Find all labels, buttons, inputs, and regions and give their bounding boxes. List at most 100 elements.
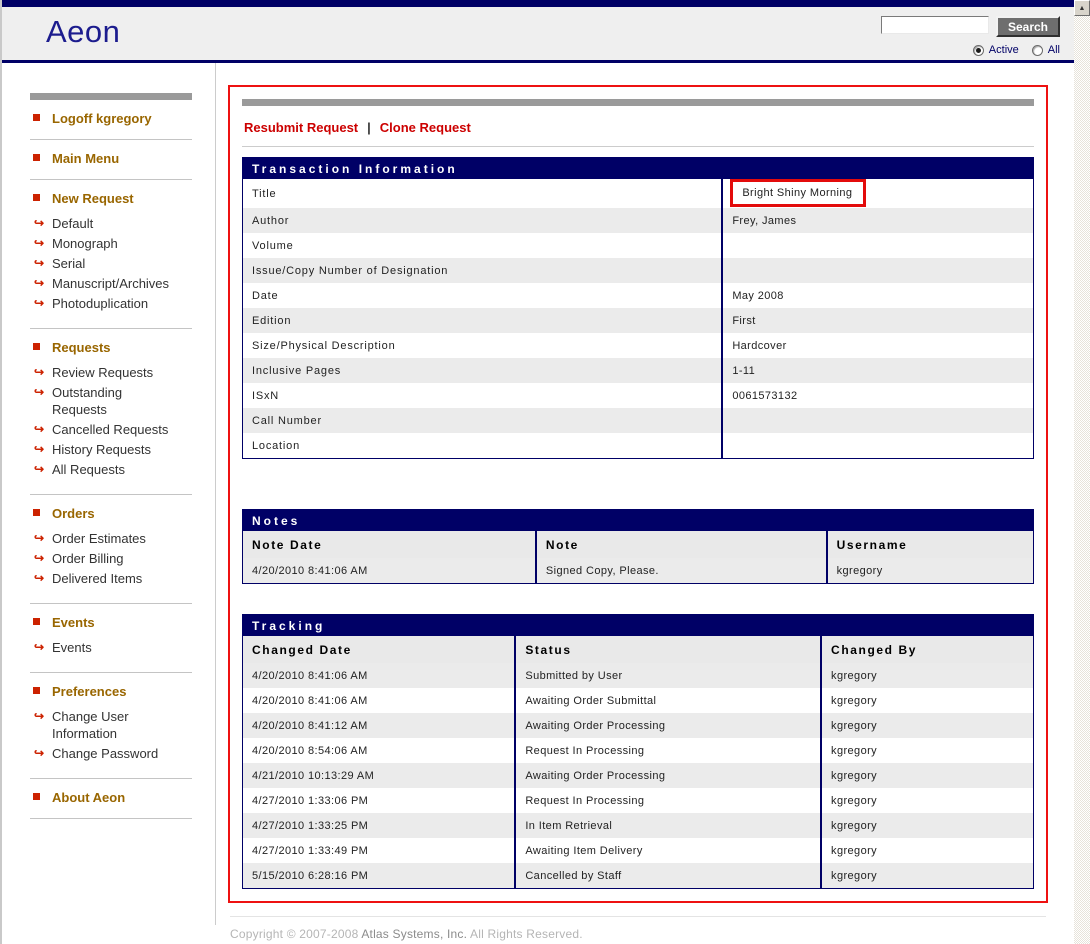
resubmit-request-link[interactable]: Resubmit Request xyxy=(244,120,358,135)
sidebar-item-history-requests[interactable]: ↪History Requests xyxy=(30,441,180,458)
table-row: Issue/Copy Number of Designation xyxy=(243,258,1033,283)
radio-active[interactable] xyxy=(973,45,984,56)
field-label: Volume xyxy=(243,233,723,258)
bullet-icon xyxy=(33,343,40,350)
changed-by: kgregory xyxy=(822,688,1033,713)
changed-date: 4/27/2010 1:33:49 PM xyxy=(243,838,516,863)
table-row: 4/20/2010 8:41:06 AM Awaiting Order Subm… xyxy=(243,688,1033,713)
changed-date: 4/27/2010 1:33:25 PM xyxy=(243,813,516,838)
bullet-icon xyxy=(33,114,40,121)
table-row: 4/27/2010 1:33:49 PM Awaiting Item Deliv… xyxy=(243,838,1033,863)
content-top-bar xyxy=(242,99,1034,106)
sidebar-item-photoduplication[interactable]: ↪Photoduplication xyxy=(30,295,180,312)
sidebar-item-order-billing[interactable]: ↪Order Billing xyxy=(30,550,180,567)
status: Submitted by User xyxy=(516,663,822,688)
search-input[interactable] xyxy=(881,16,989,34)
footer-copyright: Copyright © 2007-2008 Atlas Systems, Inc… xyxy=(230,916,1046,941)
sidebar-section-main-menu: Main Menu xyxy=(30,140,192,180)
vertical-scrollbar[interactable]: ▲ xyxy=(1074,0,1090,944)
note-date: 4/20/2010 8:41:06 AM xyxy=(243,558,537,583)
field-label: Edition xyxy=(243,308,723,333)
sub-arrow-icon: ↪ xyxy=(34,550,44,567)
table-row: Title Bright Shiny Morning xyxy=(243,179,1033,208)
sidebar-section-preferences: Preferences ↪Change User Information ↪Ch… xyxy=(30,673,192,779)
field-value xyxy=(723,233,1033,258)
atlas-systems-link[interactable]: Atlas Systems, Inc. xyxy=(361,927,467,941)
sub-arrow-icon: ↪ xyxy=(34,295,44,312)
changed-by: kgregory xyxy=(822,788,1033,813)
note-username: kgregory xyxy=(828,558,1033,583)
changed-by: kgregory xyxy=(822,838,1033,863)
transaction-information-header: Transaction Information xyxy=(242,157,1034,179)
table-row: Edition First xyxy=(243,308,1033,333)
status: Cancelled by Staff xyxy=(516,863,822,888)
field-value: 1-11 xyxy=(723,358,1033,383)
sidebar-item-monograph[interactable]: ↪Monograph xyxy=(30,235,180,252)
sidebar-item-preferences[interactable]: Preferences xyxy=(30,684,192,699)
radio-all[interactable] xyxy=(1032,45,1043,56)
bullet-icon xyxy=(33,793,40,800)
sidebar-item-change-password[interactable]: ↪Change Password xyxy=(30,745,180,762)
tracking-table: Changed Date Status Changed By 4/20/2010… xyxy=(242,636,1034,889)
table-row: 4/21/2010 10:13:29 AM Awaiting Order Pro… xyxy=(243,763,1033,788)
sidebar-section-orders: Orders ↪Order Estimates ↪Order Billing ↪… xyxy=(30,495,192,604)
sidebar-item-orders[interactable]: Orders xyxy=(30,506,192,521)
action-separator: | xyxy=(367,120,371,135)
sidebar-item-logoff[interactable]: Logoff kgregory xyxy=(30,111,192,126)
sub-arrow-icon: ↪ xyxy=(34,708,44,725)
table-header-row: Changed Date Status Changed By xyxy=(243,636,1033,663)
table-row: 4/20/2010 8:54:06 AM Request In Processi… xyxy=(243,738,1033,763)
field-value xyxy=(723,433,1033,458)
sidebar-item-manuscript-archives[interactable]: ↪Manuscript/Archives xyxy=(30,275,180,292)
highlighted-title-value: Bright Shiny Morning xyxy=(730,179,866,207)
table-row: Call Number xyxy=(243,408,1033,433)
sub-arrow-icon: ↪ xyxy=(34,235,44,252)
bullet-icon xyxy=(33,687,40,694)
sidebar-section-about: About Aeon xyxy=(30,779,192,819)
field-value: Bright Shiny Morning xyxy=(723,179,1033,208)
sub-arrow-icon: ↪ xyxy=(34,421,44,438)
sidebar-item-all-requests[interactable]: ↪All Requests xyxy=(30,461,180,478)
column-header: Note Date xyxy=(243,531,537,558)
sidebar-item-outstanding-requests[interactable]: ↪Outstanding Requests xyxy=(30,384,180,418)
sidebar-item-review-requests[interactable]: ↪Review Requests xyxy=(30,364,180,381)
sidebar: Logoff kgregory Main Menu New Request ↪D… xyxy=(2,63,216,925)
search-area: Search Active All xyxy=(881,16,1060,56)
top-navy-bar xyxy=(2,0,1074,7)
sidebar-item-events[interactable]: Events xyxy=(30,615,192,630)
table-row: Volume xyxy=(243,233,1033,258)
bullet-icon xyxy=(33,154,40,161)
sub-arrow-icon: ↪ xyxy=(34,570,44,587)
search-button[interactable]: Search xyxy=(996,16,1060,37)
sidebar-item-delivered-items[interactable]: ↪Delivered Items xyxy=(30,570,180,587)
sidebar-item-main-menu[interactable]: Main Menu xyxy=(30,151,192,166)
status: Awaiting Order Processing xyxy=(516,713,822,738)
clone-request-link[interactable]: Clone Request xyxy=(380,120,471,135)
table-row: 4/20/2010 8:41:06 AM Submitted by User k… xyxy=(243,663,1033,688)
sidebar-item-events-sub[interactable]: ↪Events xyxy=(30,639,180,656)
sidebar-item-default[interactable]: ↪Default xyxy=(30,215,180,232)
sidebar-item-change-user-information[interactable]: ↪Change User Information xyxy=(30,708,180,742)
changed-by: kgregory xyxy=(822,663,1033,688)
field-label: Issue/Copy Number of Designation xyxy=(243,258,723,283)
transaction-information-table: Title Bright Shiny Morning Author Frey, … xyxy=(242,179,1034,459)
table-row: 4/20/2010 8:41:06 AM Signed Copy, Please… xyxy=(243,558,1033,583)
sub-arrow-icon: ↪ xyxy=(34,364,44,381)
sidebar-item-about-aeon[interactable]: About Aeon xyxy=(30,790,192,805)
table-row: 4/27/2010 1:33:25 PM In Item Retrieval k… xyxy=(243,813,1033,838)
scroll-up-button[interactable]: ▲ xyxy=(1074,0,1090,16)
table-row: 4/27/2010 1:33:06 PM Request In Processi… xyxy=(243,788,1033,813)
sidebar-item-serial[interactable]: ↪Serial xyxy=(30,255,180,272)
sidebar-item-cancelled-requests[interactable]: ↪Cancelled Requests xyxy=(30,421,180,438)
field-label: Size/Physical Description xyxy=(243,333,723,358)
sidebar-item-order-estimates[interactable]: ↪Order Estimates xyxy=(30,530,180,547)
sidebar-item-requests[interactable]: Requests xyxy=(30,340,192,355)
sidebar-section-logoff: Logoff kgregory xyxy=(30,100,192,140)
table-row: Inclusive Pages 1-11 xyxy=(243,358,1033,383)
table-row: Size/Physical Description Hardcover xyxy=(243,333,1033,358)
sidebar-item-new-request[interactable]: New Request xyxy=(30,191,192,206)
header: Aeon Search Active All xyxy=(2,7,1074,60)
scrollbar-track[interactable] xyxy=(1074,16,1090,944)
changed-date: 5/15/2010 6:28:16 PM xyxy=(243,863,516,888)
table-header-row: Note Date Note Username xyxy=(243,531,1033,558)
